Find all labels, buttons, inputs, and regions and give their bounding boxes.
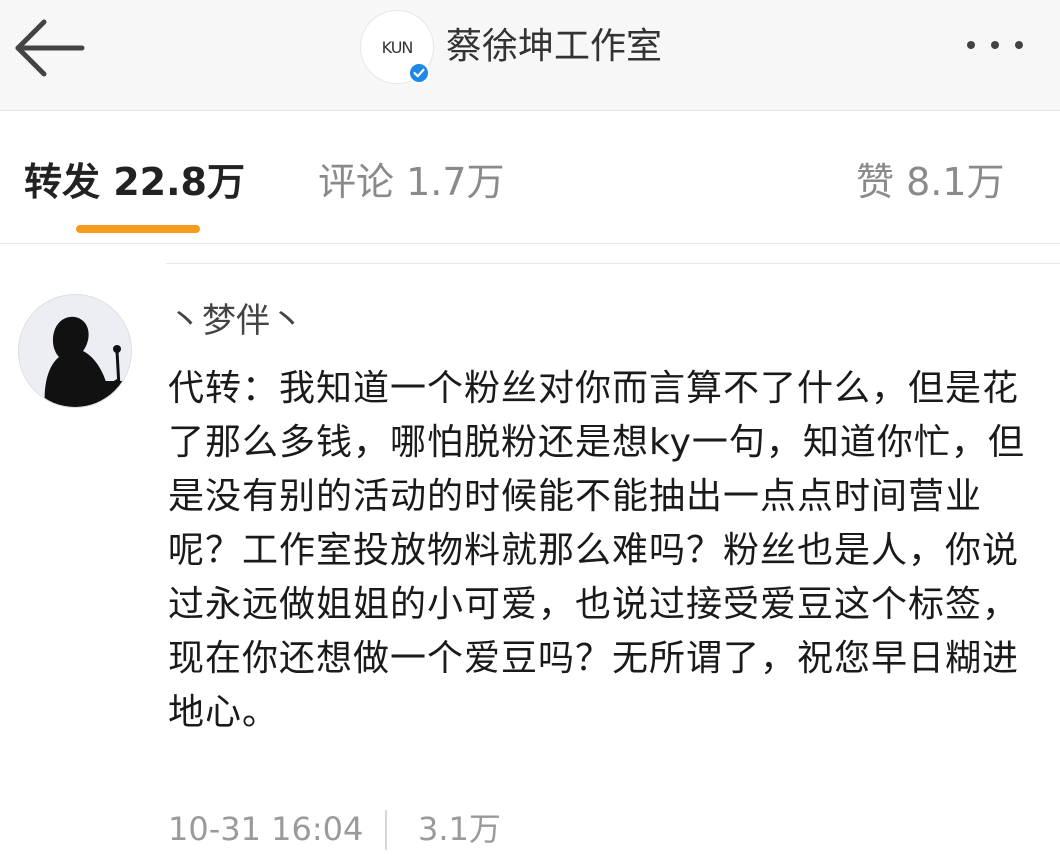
silhouette-avatar-icon [19,295,131,407]
verified-badge-icon [408,62,430,84]
back-button[interactable] [8,16,88,80]
back-arrow-icon [15,19,85,77]
divider [166,263,1060,264]
account-avatar[interactable]: KUN [360,10,434,84]
more-dot-icon [991,41,999,49]
comment-timestamp: 10-31 16:04 [168,810,364,848]
tab-comments[interactable]: 评论 1.7万 [318,157,505,207]
more-options-button[interactable] [955,30,1035,60]
divider [0,243,1060,244]
tab-reposts[interactable]: 转发 22.8万 [24,157,245,207]
page-title: 蔡徐坤工作室 [446,26,663,67]
comment-text: 代转：我知道一个粉丝对你而言算不了什么，但是花了那么多钱，哪怕脱粉还是想ky一句… [168,368,1025,733]
top-navigation-bar: KUN 蔡徐坤工作室 [0,0,1060,111]
divider [385,810,387,850]
avatar[interactable] [18,294,132,408]
comment-like-count[interactable]: 3.1万 [418,805,501,853]
active-tab-indicator [76,225,200,233]
tab-likes[interactable]: 赞 8.1万 [856,157,1005,207]
more-dot-icon [1015,41,1023,49]
comment-username[interactable]: 丶梦伴丶 [168,296,304,346]
more-dot-icon [967,41,975,49]
tab-bar: 转发 22.8万 评论 1.7万 赞 8.1万 [0,112,1060,242]
